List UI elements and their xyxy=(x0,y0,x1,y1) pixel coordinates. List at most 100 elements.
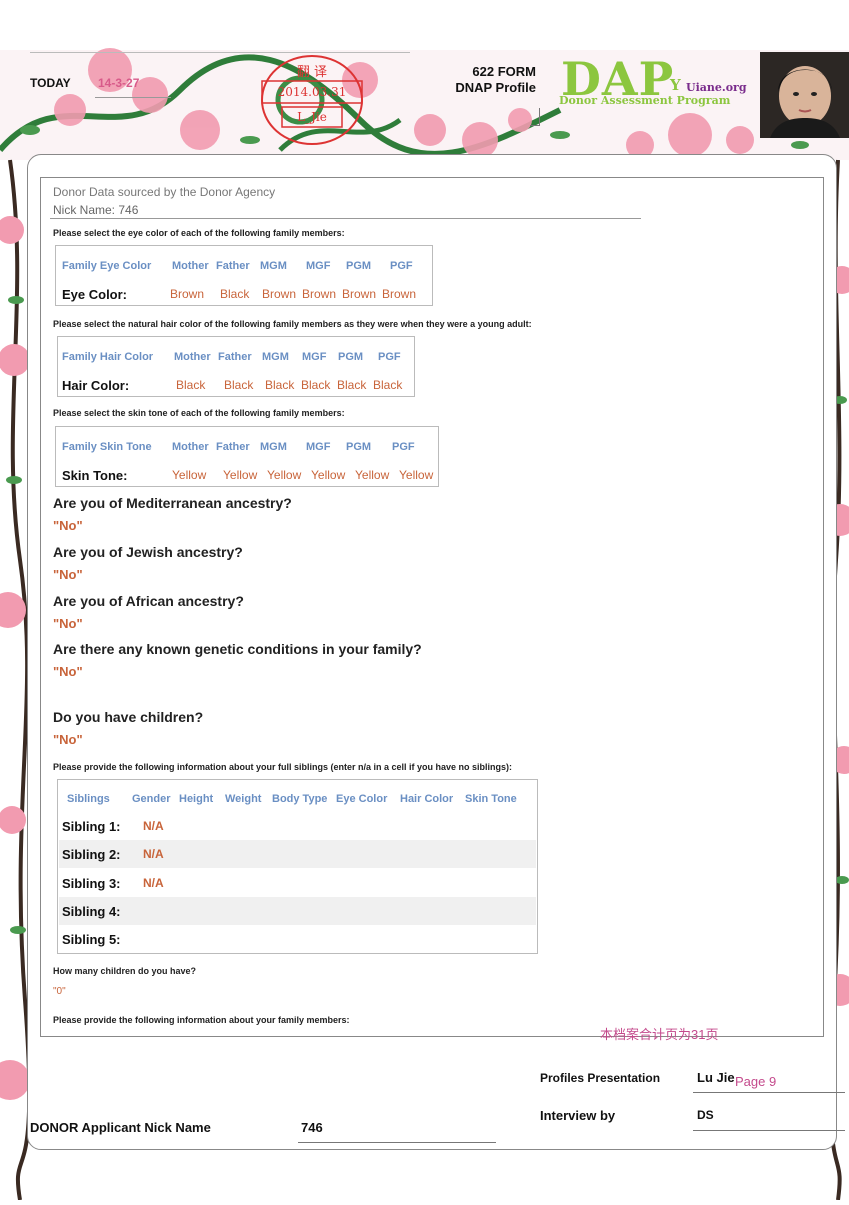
hair-header-6: PGF xyxy=(378,351,401,363)
applicant-underline xyxy=(298,1142,496,1143)
skin-header-4: MGF xyxy=(306,441,331,453)
sibling-5-label: Sibling 5: xyxy=(62,932,121,947)
answer-jewish: "No" xyxy=(53,567,83,582)
family-instruction: Please provide the following information… xyxy=(53,1015,350,1025)
applicant-value: 746 xyxy=(301,1120,323,1135)
siblings-header-6: Hair Color xyxy=(400,793,454,805)
form-bracket xyxy=(530,108,540,126)
skin-tone-table: Family Skin Tone Mother Father MGM MGF P… xyxy=(55,426,439,487)
hair-header-3: MGM xyxy=(262,351,289,363)
skin-value-row: Skin Tone: Yellow Yellow Yellow Yellow Y… xyxy=(62,468,443,483)
hair-value-row: Hair Color: Black Black Black Black Blac… xyxy=(62,378,409,393)
logo-subtitle: Donor Assessment Program xyxy=(559,94,731,107)
hair-header-row: Family Hair Color Mother Father MGM MGF … xyxy=(62,351,408,363)
sibling-3-value: N/A xyxy=(143,876,164,890)
skin-instruction: Please select the skin tone of each of t… xyxy=(53,408,345,418)
skin-value-mgf: Yellow xyxy=(311,468,346,482)
skin-header-3: MGM xyxy=(260,441,287,453)
eye-value-row: Eye Color: Brown Black Brown Brown Brown… xyxy=(62,287,422,302)
skin-value-father: Yellow xyxy=(223,468,258,482)
sibling-1-value: N/A xyxy=(143,819,164,833)
skin-header-5: PGM xyxy=(346,441,372,453)
hair-instruction: Please select the natural hair color of … xyxy=(53,319,532,329)
siblings-header-0: Siblings xyxy=(67,793,110,805)
skin-value-pgm: Yellow xyxy=(355,468,390,482)
answer-african: "No" xyxy=(53,616,83,631)
eye-value-pgm: Brown xyxy=(342,287,377,301)
interview-label: Interview by xyxy=(540,1108,616,1123)
siblings-header-1: Gender xyxy=(132,793,171,805)
answer-genetic: "No" xyxy=(53,664,83,679)
hair-value-mgf: Black xyxy=(301,378,331,392)
question-jewish: Are you of Jewish ancestry? xyxy=(53,544,243,560)
form-subtitle: DNAP Profile xyxy=(455,80,536,95)
siblings-header-7: Skin Tone xyxy=(465,793,517,805)
question-african: Are you of African ancestry? xyxy=(53,593,244,609)
eye-header-6: PGF xyxy=(390,260,413,272)
hair-header-1: Mother xyxy=(174,351,211,363)
children-count-question: How many children do you have? xyxy=(53,966,197,976)
today-label: TODAY xyxy=(30,76,71,90)
eye-header-row: Family Eye Color Mother Father MGM MGF P… xyxy=(62,260,430,272)
sibling-row-5: Sibling 5: xyxy=(59,925,536,953)
interview-value: DS xyxy=(697,1108,714,1122)
hair-header-2: Father xyxy=(218,351,252,363)
question-mediterranean: Are you of Mediterranean ancestry? xyxy=(53,495,292,511)
sibling-3-label: Sibling 3: xyxy=(62,876,121,891)
sibling-2-value: N/A xyxy=(143,847,164,861)
eye-value-mother: Brown xyxy=(170,287,205,301)
logo-y-mark: Y xyxy=(670,76,681,94)
eye-value-mgf: Brown xyxy=(302,287,337,301)
sibling-row-3: Sibling 3: N/A xyxy=(59,869,536,897)
siblings-header-row: Siblings Gender Height Weight Body Type … xyxy=(67,793,529,805)
skin-header-6: PGF xyxy=(392,441,415,453)
logo-site: Uiane.org xyxy=(686,81,747,94)
hair-value-pgf: Black xyxy=(373,378,403,392)
hair-header-5: PGM xyxy=(338,351,364,363)
stamp-date: 2014.03.31 xyxy=(277,85,347,99)
nick-underline xyxy=(50,218,641,219)
skin-header-row: Family Skin Tone Mother Father MGM MGF P… xyxy=(62,441,422,453)
hair-header-4: MGF xyxy=(302,351,327,363)
hair-value-pgm: Black xyxy=(337,378,367,392)
page-number: Page 9 xyxy=(735,1074,777,1089)
children-count-answer: "0" xyxy=(53,986,66,997)
skin-row-label: Skin Tone: xyxy=(62,468,128,483)
stamp-signer: L_Jie xyxy=(297,110,327,124)
skin-header-1: Mother xyxy=(172,441,209,453)
sibling-1-label: Sibling 1: xyxy=(62,819,121,834)
stamp-text-1: 翻 译 xyxy=(296,65,328,80)
applicant-label: DONOR Applicant Nick Name xyxy=(30,1120,211,1135)
question-genetic: Are there any known genetic conditions i… xyxy=(53,641,422,657)
hair-row-label: Hair Color: xyxy=(62,378,130,393)
eye-row-label: Eye Color: xyxy=(62,287,128,302)
eye-header-0: Family Eye Color xyxy=(62,260,152,272)
eye-color-table: Family Eye Color Mother Father MGM MGF P… xyxy=(55,245,433,306)
eye-header-1: Mother xyxy=(172,260,209,272)
sibling-row-4: Sibling 4: xyxy=(59,897,536,925)
eye-header-5: PGM xyxy=(346,260,372,272)
eye-instruction: Please select the eye color of each of t… xyxy=(53,228,345,238)
sibling-row-1: Sibling 1: N/A xyxy=(59,812,536,840)
siblings-header-3: Weight xyxy=(225,793,262,805)
skin-value-pgf: Yellow xyxy=(399,468,434,482)
donor-photo xyxy=(760,52,849,138)
eye-value-pgf: Brown xyxy=(382,287,417,301)
page-count-note: 本档案合计页为31页 xyxy=(600,1027,719,1042)
eye-value-father: Black xyxy=(220,287,250,301)
hair-value-mgm: Black xyxy=(265,378,295,392)
hair-header-0: Family Hair Color xyxy=(62,351,154,363)
skin-value-mgm: Yellow xyxy=(267,468,302,482)
siblings-instruction: Please provide the following information… xyxy=(53,762,513,772)
skin-header-0: Family Skin Tone xyxy=(62,441,152,453)
skin-header-2: Father xyxy=(216,441,250,453)
today-date: 14-3-27 xyxy=(98,76,140,90)
profiles-underline xyxy=(693,1092,845,1093)
form-number: 622 FORM xyxy=(472,64,536,79)
profiles-value: Lu Jie xyxy=(697,1070,735,1085)
hair-value-mother: Black xyxy=(176,378,206,392)
skin-value-mother: Yellow xyxy=(172,468,207,482)
profiles-label: Profiles Presentation xyxy=(540,1071,661,1085)
today-underline xyxy=(95,97,171,98)
hair-color-table: Family Hair Color Mother Father MGM MGF … xyxy=(57,336,415,397)
